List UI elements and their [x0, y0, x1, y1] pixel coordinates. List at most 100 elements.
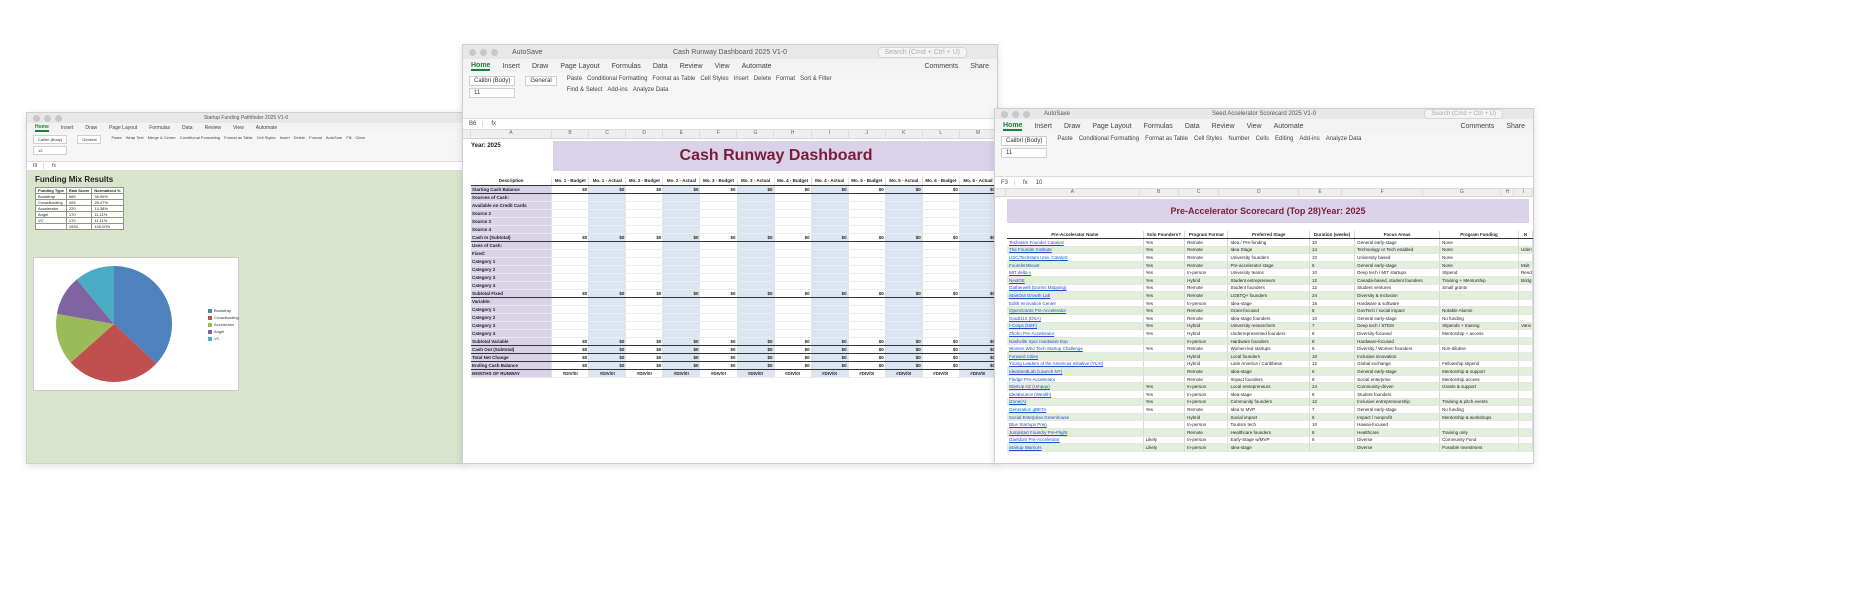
- table-cell[interactable]: [811, 321, 849, 330]
- table-cell[interactable]: [588, 217, 627, 226]
- table-cell[interactable]: [551, 265, 590, 274]
- table-cell[interactable]: [588, 225, 627, 234]
- table-cell[interactable]: [959, 241, 997, 250]
- table-cell[interactable]: [662, 225, 701, 234]
- comments-button[interactable]: Comments: [924, 63, 958, 70]
- table-cell[interactable]: [737, 201, 775, 210]
- table-cell[interactable]: $0: [699, 185, 738, 194]
- share-button[interactable]: Share: [970, 63, 989, 70]
- table-cell[interactable]: [885, 249, 923, 258]
- table-cell[interactable]: $0: [922, 289, 960, 298]
- table-cell[interactable]: [885, 241, 923, 250]
- worksheet[interactable]: Funding Mix Results Funding Type Raw Scor…: [27, 171, 465, 463]
- table-cell[interactable]: $0: [885, 289, 923, 298]
- table-cell[interactable]: [811, 305, 849, 314]
- table-cell[interactable]: #DIV/0!: [959, 369, 997, 378]
- table-cell[interactable]: [885, 201, 923, 210]
- tab-automate[interactable]: Automate: [1274, 123, 1304, 130]
- minimize-window-button[interactable]: [44, 114, 51, 122]
- ribbon-add-ins-button[interactable]: Add-ins: [607, 87, 627, 93]
- table-cell[interactable]: [774, 329, 812, 338]
- formula-input[interactable]: 10: [1036, 180, 1043, 186]
- table-cell[interactable]: [699, 257, 738, 266]
- table-cell[interactable]: [699, 209, 738, 218]
- table-cell[interactable]: [551, 217, 590, 226]
- column-letter-D[interactable]: D: [1219, 189, 1300, 196]
- table-cell[interactable]: $0: [922, 185, 960, 194]
- ribbon-paste-button[interactable]: Paste: [111, 135, 121, 140]
- table-cell[interactable]: [588, 209, 627, 218]
- tab-insert[interactable]: Insert: [1034, 123, 1052, 130]
- table-cell[interactable]: [662, 265, 701, 274]
- table-cell[interactable]: [737, 257, 775, 266]
- comments-button[interactable]: Comments: [1460, 123, 1494, 130]
- accelerator-link[interactable]: IdeaBounce (Wealth): [1007, 390, 1144, 399]
- name-box[interactable]: B6: [463, 121, 484, 127]
- tab-view[interactable]: View: [1247, 123, 1262, 130]
- table-cell[interactable]: [959, 193, 997, 202]
- table-cell[interactable]: [959, 329, 997, 338]
- column-letter-F[interactable]: F: [700, 130, 738, 138]
- table-cell[interactable]: [959, 297, 997, 306]
- table-cell[interactable]: [588, 329, 627, 338]
- name-box[interactable]: F3: [995, 179, 1016, 186]
- column-letter-M[interactable]: M: [960, 130, 997, 138]
- table-cell[interactable]: $0: [848, 289, 886, 298]
- table-cell[interactable]: [774, 313, 812, 322]
- ribbon-format-button[interactable]: Format: [309, 135, 322, 140]
- tab-formulas[interactable]: Formulas: [612, 63, 641, 70]
- table-cell[interactable]: [588, 305, 627, 314]
- table-cell[interactable]: $0: [848, 345, 886, 354]
- tab-home[interactable]: Home: [35, 124, 49, 132]
- column-letter-A[interactable]: A: [1006, 189, 1140, 196]
- table-cell[interactable]: [885, 225, 923, 234]
- table-cell[interactable]: [922, 313, 960, 322]
- accelerator-link[interactable]: The Founder Institute: [1007, 246, 1144, 255]
- accelerator-link[interactable]: OpenGrants Pre-Accelerator: [1007, 306, 1144, 316]
- table-cell[interactable]: [922, 281, 960, 290]
- table-cell[interactable]: [885, 209, 923, 218]
- minimize-window-button[interactable]: [1012, 110, 1019, 118]
- table-cell[interactable]: [737, 305, 775, 314]
- table-cell[interactable]: [885, 297, 923, 306]
- table-cell[interactable]: $0: [885, 361, 923, 370]
- table-cell[interactable]: [959, 217, 997, 226]
- tab-data[interactable]: Data: [653, 63, 668, 70]
- table-cell[interactable]: [848, 297, 886, 306]
- table-cell[interactable]: [551, 297, 590, 306]
- accelerator-link[interactable]: Social Enterprise Greenhouse: [1007, 413, 1144, 422]
- table-cell[interactable]: #DIV/0!: [848, 369, 886, 378]
- accelerator-link[interactable]: Generation gBETA: [1007, 405, 1144, 414]
- table-cell[interactable]: [811, 217, 849, 226]
- table-cell[interactable]: [588, 273, 627, 282]
- table-cell[interactable]: [811, 209, 849, 218]
- table-cell[interactable]: [625, 321, 664, 330]
- table-cell[interactable]: [848, 217, 886, 226]
- column-letter-B[interactable]: B: [552, 130, 590, 138]
- table-cell[interactable]: $0: [588, 345, 627, 354]
- table-cell[interactable]: [737, 313, 775, 322]
- tab-formulas[interactable]: Formulas: [1144, 123, 1173, 130]
- table-cell[interactable]: [885, 305, 923, 314]
- table-cell[interactable]: $0: [625, 289, 664, 298]
- tab-data[interactable]: Data: [182, 125, 193, 131]
- table-cell[interactable]: $0: [588, 353, 627, 362]
- table-cell[interactable]: [885, 281, 923, 290]
- table-cell[interactable]: $0: [811, 345, 849, 354]
- table-cell[interactable]: [662, 329, 701, 338]
- column-letter-D[interactable]: D: [626, 130, 664, 138]
- accelerator-link[interactable]: NextGE: [1007, 276, 1144, 285]
- accelerator-link[interactable]: USC/Techstars Univ. Catalyst: [1007, 253, 1144, 262]
- ribbon-format-button[interactable]: Format: [776, 76, 795, 82]
- ribbon-delete-button[interactable]: Delete: [754, 76, 771, 82]
- table-cell[interactable]: [699, 241, 738, 250]
- table-cell[interactable]: [551, 193, 590, 202]
- table-cell[interactable]: [662, 321, 701, 330]
- table-cell[interactable]: $0: [551, 337, 590, 346]
- table-cell[interactable]: [922, 265, 960, 274]
- table-cell[interactable]: [662, 273, 701, 282]
- table-cell[interactable]: [848, 193, 886, 202]
- column-letter-G[interactable]: G: [1423, 189, 1502, 196]
- table-cell[interactable]: [588, 313, 627, 322]
- funding-mix-pie-chart[interactable]: Bootstrap Crowdfunding Accelerator Angel VC: [33, 257, 239, 391]
